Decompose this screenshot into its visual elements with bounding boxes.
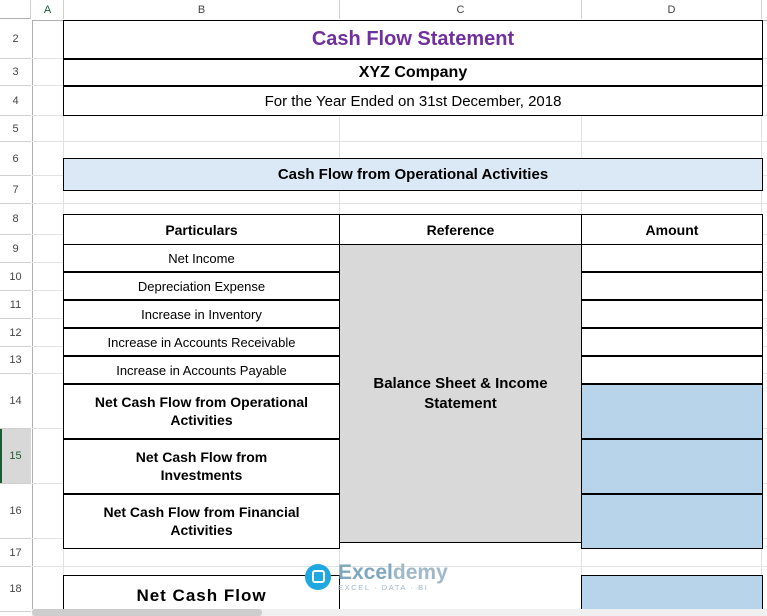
row-header-12[interactable]: 12 xyxy=(0,319,31,347)
row-header-15[interactable]: 15 xyxy=(0,429,31,484)
amount-cell-increase-in-accounts-payable[interactable] xyxy=(581,356,763,384)
column-header-d[interactable]: D xyxy=(582,0,762,19)
row-header-3[interactable]: 3 xyxy=(0,59,31,86)
reference-merged-cell[interactable]: Balance Sheet & Income Statement xyxy=(339,244,582,543)
row-header-5[interactable]: 5 xyxy=(0,116,31,142)
row-header-17[interactable]: 17 xyxy=(0,539,31,567)
amount-cell-depreciation-expense[interactable] xyxy=(581,272,763,300)
row-label-net-cash-flow-financial[interactable]: Net Cash Flow from Financial Activities xyxy=(63,494,340,549)
row-header-18[interactable]: 18 xyxy=(0,567,31,612)
row-header-7[interactable]: 7 xyxy=(0,176,31,204)
amount-cell-increase-in-inventory[interactable] xyxy=(581,300,763,328)
row-label-net-cash-flow-operational[interactable]: Net Cash Flow from Operational Activitie… xyxy=(63,384,340,439)
row-label-net-cash-flow-investments[interactable]: Net Cash Flow from Investments xyxy=(63,439,340,494)
column-header-b[interactable]: B xyxy=(64,0,340,19)
row-header-6[interactable]: 6 xyxy=(0,142,31,176)
amount-cell-net-cash-flow-financial[interactable] xyxy=(581,494,763,549)
amount-cell-net-cash-flow-operational[interactable] xyxy=(581,384,763,439)
amount-cell-increase-in-accounts-receivable[interactable] xyxy=(581,328,763,356)
amount-cell-net-income[interactable] xyxy=(581,244,763,272)
row-label-increase-in-accounts-receivable[interactable]: Increase in Accounts Receivable xyxy=(63,328,340,356)
row-header-8[interactable]: 8 xyxy=(0,204,31,235)
row-header-4[interactable]: 4 xyxy=(0,86,31,116)
row-header-14[interactable]: 14 xyxy=(0,374,31,429)
table-header-particulars[interactable]: Particulars xyxy=(63,214,340,245)
row-header-column[interactable]: 2 3 4 5 6 7 8 9 10 11 12 13 14 15 16 17 … xyxy=(0,20,33,616)
row-header-2[interactable]: 2 xyxy=(0,20,31,59)
horizontal-scrollbar-thumb[interactable] xyxy=(32,609,262,616)
row-label-increase-in-inventory[interactable]: Increase in Inventory xyxy=(63,300,340,328)
select-all-corner[interactable] xyxy=(0,0,31,19)
row-header-9[interactable]: 9 xyxy=(0,235,31,263)
table-header-amount[interactable]: Amount xyxy=(581,214,763,245)
column-header-row[interactable]: A B C D xyxy=(0,0,767,21)
spreadsheet-canvas[interactable]: A B C D 2 3 4 5 6 7 8 9 10 11 12 13 14 1… xyxy=(0,0,767,616)
row-header-13[interactable]: 13 xyxy=(0,347,31,374)
row-label-increase-in-accounts-payable[interactable]: Increase in Accounts Payable xyxy=(63,356,340,384)
horizontal-scrollbar[interactable] xyxy=(32,609,767,616)
row-label-net-income[interactable]: Net Income xyxy=(63,244,340,272)
column-header-c[interactable]: C xyxy=(340,0,582,19)
table-header-reference[interactable]: Reference xyxy=(339,214,582,245)
statement-title[interactable]: Cash Flow Statement xyxy=(63,20,763,59)
amount-cell-net-cash-flow-investments[interactable] xyxy=(581,439,763,494)
statement-period[interactable]: For the Year Ended on 31st December, 201… xyxy=(63,86,763,116)
row-header-11[interactable]: 11 xyxy=(0,291,31,319)
row-header-16[interactable]: 16 xyxy=(0,484,31,539)
column-header-a[interactable]: A xyxy=(32,0,64,19)
company-name[interactable]: XYZ Company xyxy=(63,59,763,86)
row-label-depreciation-expense[interactable]: Depreciation Expense xyxy=(63,272,340,300)
section-header-operational-activities[interactable]: Cash Flow from Operational Activities xyxy=(63,158,763,191)
row-header-10[interactable]: 10 xyxy=(0,263,31,291)
